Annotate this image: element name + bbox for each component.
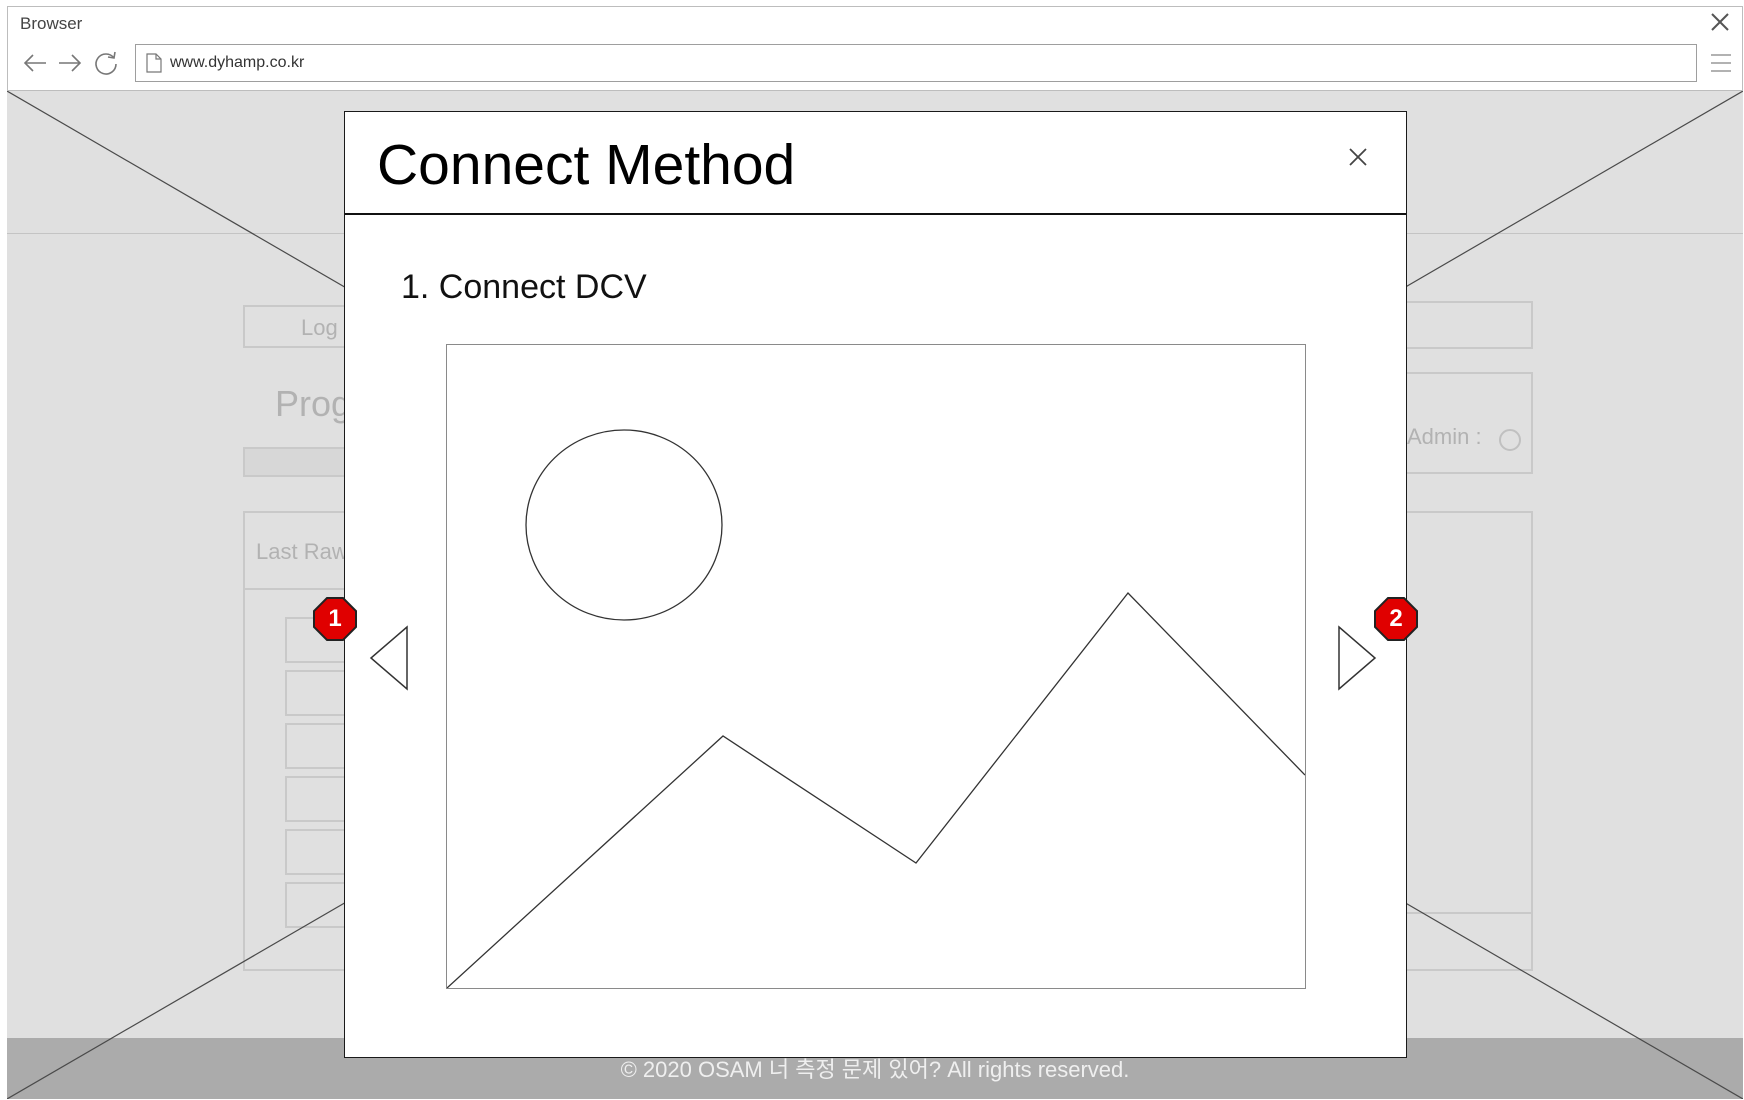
annotation-label: 1 (328, 605, 342, 632)
hamburger-menu-icon[interactable] (1709, 52, 1733, 74)
url-text: www.dyhamp.co.kr (170, 54, 305, 71)
image-icon (447, 429, 1305, 988)
connect-method-modal: Connect Method 1. Connect DCV (344, 111, 1407, 1058)
address-bar[interactable]: www.dyhamp.co.kr (135, 44, 1697, 82)
refresh-icon[interactable] (93, 50, 119, 76)
modal-header-divider (345, 213, 1406, 215)
step-title: 1. Connect DCV (401, 268, 647, 306)
browser-title: Browser (20, 14, 83, 33)
annotation-badge-2: 2 (1373, 596, 1419, 642)
page-icon (146, 53, 162, 73)
modal-title: Connect Method (377, 133, 796, 197)
annotation-badge-1: 1 (312, 596, 358, 642)
forward-arrow-icon[interactable] (57, 50, 83, 76)
back-arrow-icon[interactable] (22, 50, 48, 76)
annotation-label: 2 (1389, 605, 1403, 632)
next-arrow-icon[interactable] (1337, 625, 1377, 691)
image-placeholder (446, 344, 1306, 989)
close-icon[interactable] (1708, 10, 1732, 34)
previous-arrow-icon[interactable] (369, 625, 409, 691)
close-icon[interactable] (1347, 146, 1369, 168)
